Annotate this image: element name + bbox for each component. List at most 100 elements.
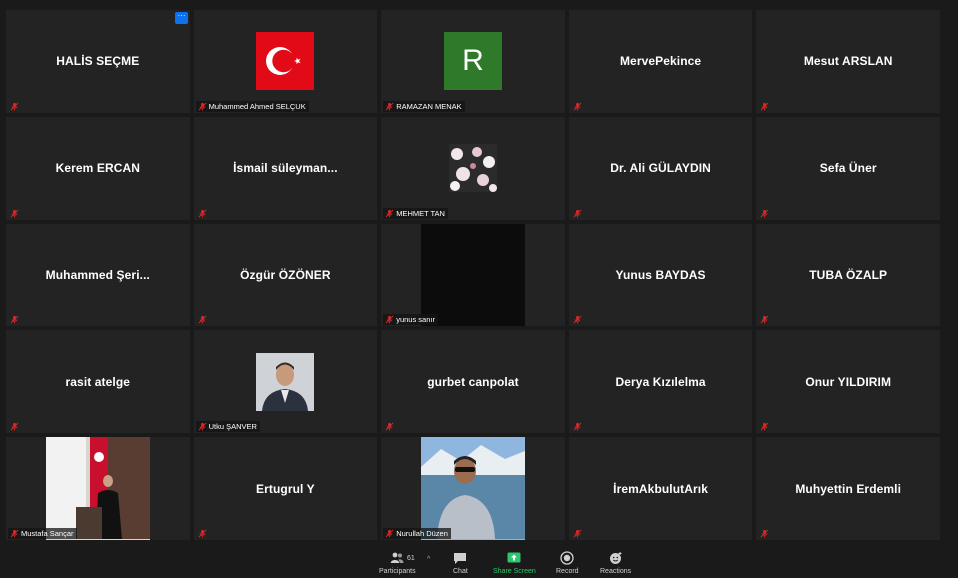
participant-tile[interactable]: Muhammed Şeri... bbox=[6, 223, 190, 327]
participant-mic-status bbox=[571, 528, 585, 539]
participant-display-name: Özgür ÖZÖNER bbox=[240, 267, 331, 282]
participant-tile[interactable]: R RAMAZAN MENAK bbox=[381, 10, 565, 113]
muted-mic-icon bbox=[760, 315, 769, 324]
participant-tile[interactable]: Sefa Üner bbox=[756, 116, 940, 220]
participant-mic-status bbox=[758, 314, 772, 325]
participant-tile[interactable]: Dr. Ali GÜLAYDIN bbox=[568, 116, 753, 220]
muted-mic-icon bbox=[10, 102, 19, 111]
reactions-icon bbox=[609, 552, 622, 564]
record-icon bbox=[560, 551, 574, 565]
participant-tile[interactable]: Muhyettin Erdemli bbox=[756, 437, 940, 540]
muted-mic-icon bbox=[385, 102, 394, 111]
participant-tile[interactable]: Mustafa Sançar bbox=[6, 437, 190, 540]
muted-mic-icon bbox=[198, 422, 207, 431]
participant-mic-status bbox=[758, 421, 772, 432]
participant-tile[interactable]: Özgür ÖZÖNER bbox=[193, 223, 378, 327]
gallery-grid: HALİS SEÇME Muhammed Ahmed SELÇUK R RAMAZAN… bbox=[6, 10, 940, 540]
participant-display-name: İsmail süleyman... bbox=[233, 161, 338, 176]
participant-mic-status bbox=[8, 314, 22, 325]
participant-tile[interactable]: MervePekince bbox=[568, 10, 753, 113]
video-feed bbox=[421, 223, 526, 327]
muted-mic-icon bbox=[10, 529, 19, 538]
muted-mic-icon bbox=[760, 102, 769, 111]
participant-mic-status bbox=[8, 101, 22, 112]
participant-display-name: Dr. Ali GÜLAYDIN bbox=[610, 161, 711, 176]
participants-caret[interactable]: ^ bbox=[427, 556, 430, 563]
participant-name: Muhammed Ahmed SELÇUK bbox=[208, 101, 306, 111]
turkish-flag-avatar bbox=[256, 32, 315, 91]
muted-mic-icon bbox=[573, 529, 582, 538]
reactions-label: Reactions bbox=[600, 568, 632, 575]
participant-display-name: Muhammed Şeri... bbox=[45, 267, 150, 282]
muted-mic-icon bbox=[10, 315, 19, 324]
muted-mic-icon bbox=[385, 529, 394, 538]
participant-tile[interactable]: Mesut ARSLAN bbox=[756, 10, 940, 113]
participant-mic-status bbox=[571, 421, 585, 432]
record-label: Record bbox=[556, 568, 579, 575]
participant-mic-status bbox=[571, 208, 585, 219]
participant-tile[interactable]: Ertugrul Y bbox=[193, 437, 378, 540]
muted-mic-icon bbox=[573, 102, 582, 111]
participant-display-name: Sefa Üner bbox=[819, 161, 877, 176]
participant-tile[interactable]: Muhammed Ahmed SELÇUK bbox=[193, 10, 378, 113]
participant-tile[interactable]: yunus sanır bbox=[381, 223, 565, 327]
participant-tile[interactable]: İsmail süleyman... bbox=[193, 116, 378, 220]
participant-display-name: TUBA ÖZALP bbox=[809, 267, 888, 282]
participant-tile[interactable]: rasit atelge bbox=[6, 330, 190, 434]
participant-display-name: HALİS SEÇME bbox=[56, 54, 140, 69]
chat-icon bbox=[454, 553, 467, 564]
participant-name-label: yunus sanır bbox=[383, 314, 438, 326]
video-feed bbox=[421, 437, 526, 540]
participant-mic-status bbox=[8, 421, 22, 432]
participant-tile[interactable]: Onur YILDIRIM bbox=[756, 330, 940, 434]
participant-name-label: Utku ŞANVER bbox=[195, 421, 260, 433]
participant-mic-status bbox=[383, 421, 397, 432]
participant-tile[interactable]: Derya Kızılelma bbox=[568, 330, 753, 434]
muted-mic-icon bbox=[573, 422, 582, 431]
muted-mic-icon bbox=[385, 209, 394, 218]
participant-display-name: gurbet canpolat bbox=[427, 374, 519, 389]
participant-tile[interactable]: TUBA ÖZALP bbox=[756, 223, 940, 327]
participant-tile[interactable]: MEHMET TAN bbox=[381, 116, 565, 220]
participant-display-name: Kerem ERCAN bbox=[55, 161, 141, 176]
reactions-button[interactable]: Reactions bbox=[600, 551, 631, 575]
participant-tile[interactable]: gurbet canpolat bbox=[381, 330, 565, 434]
muted-mic-icon bbox=[10, 422, 19, 431]
muted-mic-icon bbox=[760, 422, 769, 431]
more-options-button[interactable]: ··· bbox=[175, 12, 188, 24]
participant-tile[interactable]: Kerem ERCAN bbox=[6, 116, 190, 220]
video-feed bbox=[46, 437, 150, 540]
participant-tile[interactable]: Utku ŞANVER bbox=[193, 330, 378, 434]
share-screen-icon bbox=[507, 552, 521, 563]
participant-tile[interactable]: HALİS SEÇME bbox=[6, 10, 190, 113]
muted-mic-icon bbox=[10, 209, 19, 218]
muted-mic-icon bbox=[198, 209, 207, 218]
participant-mic-status bbox=[758, 528, 772, 539]
muted-mic-icon bbox=[198, 315, 207, 324]
participant-tile[interactable]: Nurullah Düzen bbox=[381, 437, 565, 540]
participant-tile[interactable]: Yunus BAYDAS bbox=[568, 223, 753, 327]
participant-display-name: Yunus BAYDAS bbox=[615, 267, 706, 282]
chat-button[interactable]: Chat bbox=[453, 551, 468, 575]
participant-display-name: rasit atelge bbox=[65, 374, 131, 389]
participant-name-label: MEHMET TAN bbox=[383, 207, 448, 219]
participant-name: Utku ŞANVER bbox=[208, 422, 257, 432]
participant-name-label: Nurullah Düzen bbox=[383, 528, 451, 539]
participants-icon bbox=[391, 552, 404, 563]
profile-photo bbox=[256, 352, 315, 411]
muted-mic-icon bbox=[198, 529, 207, 538]
meeting-toolbar: Participants Chat Share Screen Record Re… bbox=[0, 546, 958, 578]
participant-name: yunus sanır bbox=[396, 315, 435, 325]
share-screen-button[interactable]: Share Screen bbox=[493, 551, 536, 575]
muted-mic-icon bbox=[385, 315, 394, 324]
participant-tile[interactable]: İremAkbulutArık bbox=[568, 437, 753, 540]
share-screen-label: Share Screen bbox=[493, 568, 536, 575]
muted-mic-icon bbox=[573, 315, 582, 324]
muted-mic-icon bbox=[760, 209, 769, 218]
participant-display-name: Derya Kızılelma bbox=[615, 374, 706, 389]
participants-label: Participants bbox=[379, 568, 416, 575]
participant-display-name: Mesut ARSLAN bbox=[803, 54, 893, 69]
flower-avatar bbox=[448, 144, 497, 193]
muted-mic-icon bbox=[385, 422, 394, 431]
record-button[interactable]: Record bbox=[556, 551, 579, 575]
